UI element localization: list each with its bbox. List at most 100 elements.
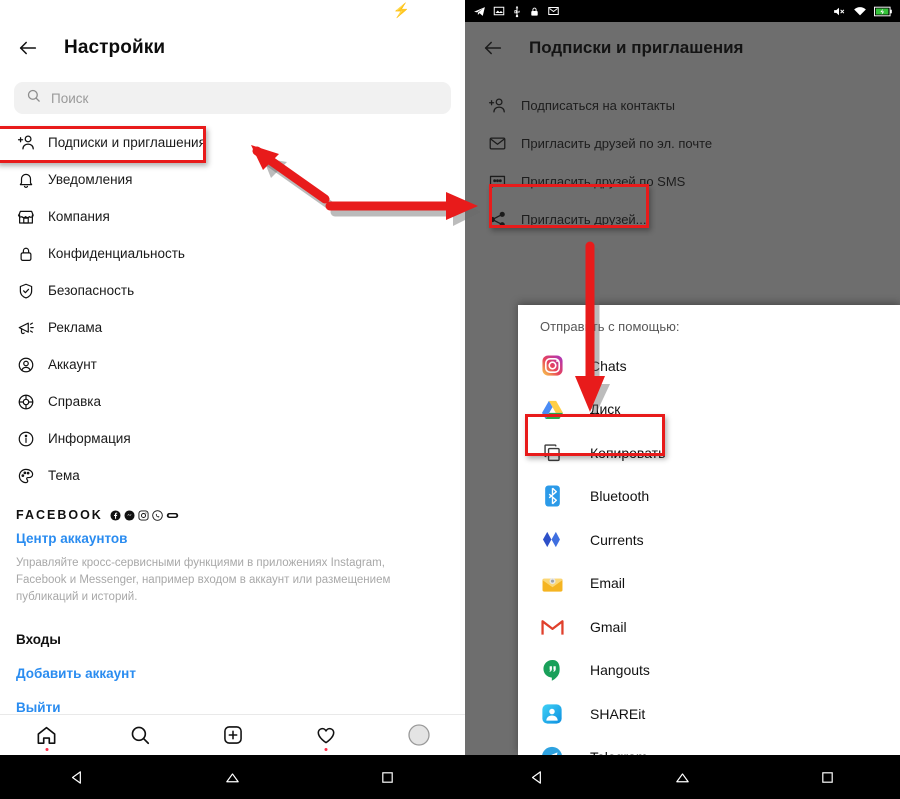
store-icon: [16, 207, 36, 227]
sidebar-item-label: Компания: [48, 209, 110, 224]
activity-badge: [324, 748, 327, 751]
add-person-icon: [16, 133, 36, 153]
tab-home[interactable]: [0, 715, 93, 755]
sidebar-item-security[interactable]: Безопасность: [0, 272, 465, 309]
tab-create[interactable]: [186, 715, 279, 755]
menu-item-follow-contacts[interactable]: Подписаться на контакты: [465, 86, 900, 124]
sidebar-item-privacy[interactable]: Конфиденциальность: [0, 235, 465, 272]
search-icon: [131, 726, 149, 745]
android-home-icon[interactable]: [155, 769, 310, 786]
usb-icon: [514, 5, 520, 17]
share-option-email[interactable]: Email: [518, 562, 900, 606]
sidebar-item-business[interactable]: Компания: [0, 198, 465, 235]
share-option-drive[interactable]: Диск: [518, 388, 900, 432]
share-icon: [487, 209, 507, 229]
tab-search[interactable]: [93, 715, 186, 755]
telegram-icon: [474, 6, 485, 16]
sidebar-item-label: Уведомления: [48, 172, 133, 187]
logins-heading: Входы: [16, 632, 61, 647]
sidebar-item-label: Справка: [48, 394, 101, 409]
currents-icon: [540, 528, 564, 552]
sidebar-item-subscriptions[interactable]: Подписки и приглашения: [0, 124, 465, 161]
mute-icon: [834, 7, 845, 15]
share-option-label: Копировать: [590, 444, 666, 461]
mail-icon: [548, 7, 559, 15]
search-placeholder: Поиск: [51, 90, 89, 106]
sidebar-item-ads[interactable]: Реклама: [0, 309, 465, 346]
sidebar-item-notifications[interactable]: Уведомления: [0, 161, 465, 198]
share-option-gmail[interactable]: Gmail: [518, 605, 900, 649]
sidebar-item-help[interactable]: Справка: [0, 383, 465, 420]
megaphone-icon: [16, 318, 36, 338]
lightning-bolt-icon: ⚡: [392, 2, 410, 18]
menu-item-label: Пригласить друзей по SMS: [521, 173, 686, 189]
screenshot-icon: [493, 6, 505, 16]
tab-profile[interactable]: [372, 715, 465, 755]
share-option-copy[interactable]: Копировать: [518, 431, 900, 475]
share-option-chats[interactable]: Chats: [518, 344, 900, 388]
android-home-icon[interactable]: [610, 769, 755, 786]
add-person-icon: [487, 95, 507, 115]
share-option-telegram[interactable]: Telegram: [518, 736, 900, 755]
android-recents-icon[interactable]: [310, 770, 465, 785]
menu-item-label: Пригласить друзей...: [521, 211, 647, 227]
sidebar-item-theme[interactable]: Тема: [0, 457, 465, 494]
facebook-icon: [110, 509, 121, 521]
account-circle-icon: [16, 355, 36, 375]
page-title: Подписки и приглашения: [529, 38, 744, 57]
share-option-label: Gmail: [590, 618, 627, 635]
share-option-currents[interactable]: Currents: [518, 518, 900, 562]
accounts-center-link[interactable]: Центр аккаунтов: [16, 531, 449, 546]
menu-item-invite-sms[interactable]: Пригласить друзей по SMS: [465, 162, 900, 200]
sidebar-item-label: Конфиденциальность: [48, 246, 185, 261]
sidebar-item-label: Аккаунт: [48, 357, 97, 372]
menu-item-invite-friends-share[interactable]: Пригласить друзей...: [465, 200, 900, 238]
shield-check-icon: [16, 281, 36, 301]
share-option-bluetooth[interactable]: Bluetooth: [518, 475, 900, 519]
status-icons-right: [832, 5, 892, 18]
right-phone-panel: Подписки и приглашения Подписаться на ко…: [465, 0, 900, 799]
menu-item-label: Подписаться на контакты: [521, 97, 675, 113]
sidebar-item-account[interactable]: Аккаунт: [0, 346, 465, 383]
avatar-icon: [407, 724, 430, 746]
left-settings-menu: Подписки и приглашения Уведомления Компа…: [0, 124, 465, 494]
android-back-icon[interactable]: [0, 769, 155, 786]
facebook-app-glyphs: [110, 509, 179, 521]
search-icon: [26, 88, 41, 108]
sidebar-item-label: Тема: [48, 468, 80, 483]
right-app-header: Подписки и приглашения: [465, 22, 900, 74]
share-option-hangouts[interactable]: Hangouts: [518, 649, 900, 693]
share-option-shareit[interactable]: SHAREit: [518, 692, 900, 736]
add-account-link[interactable]: Добавить аккаунт: [16, 666, 449, 681]
search-container: Поиск: [0, 74, 465, 124]
battery-charging-icon: [874, 6, 892, 16]
screenshot-root: ⚡ Настройки Поиск Подписки и приглашения: [0, 0, 900, 799]
menu-item-invite-email[interactable]: Пригласить друзей по эл. почте: [465, 124, 900, 162]
lifebuoy-icon: [16, 392, 36, 412]
share-option-label: Email: [590, 575, 626, 592]
hangouts-icon: [540, 658, 564, 682]
sidebar-item-label: Подписки и приглашения: [48, 135, 206, 150]
left-android-nav-bar: [0, 755, 465, 799]
tab-activity[interactable]: [279, 715, 372, 755]
google-drive-icon: [540, 397, 564, 421]
sidebar-item-about[interactable]: Информация: [0, 420, 465, 457]
share-option-label: Currents: [590, 531, 644, 548]
search-input[interactable]: Поиск: [14, 82, 451, 114]
android-recents-icon[interactable]: [755, 770, 900, 785]
android-back-icon[interactable]: [465, 769, 610, 786]
facebook-section: FACEBOOK Центр аккаунтов Управляйте крос…: [0, 494, 465, 715]
right-status-bar: [465, 0, 900, 22]
share-option-label: Hangouts: [590, 662, 650, 679]
facebook-description: Управляйте кросс-сервисными функциями в …: [16, 557, 391, 603]
telegram-icon: [540, 745, 564, 755]
wifi-icon: [854, 7, 866, 16]
back-arrow-icon[interactable]: [14, 34, 42, 62]
left-status-bar: ⚡: [0, 0, 465, 22]
logout-link[interactable]: Выйти: [16, 700, 449, 715]
share-option-label: SHAREit: [590, 705, 646, 722]
share-sheet: Отправить с помощью: Chats Диск Копирова…: [518, 305, 900, 755]
back-arrow-icon[interactable]: [479, 34, 507, 62]
gmail-icon: [540, 615, 564, 639]
share-sheet-title: Отправить с помощью:: [540, 319, 680, 334]
